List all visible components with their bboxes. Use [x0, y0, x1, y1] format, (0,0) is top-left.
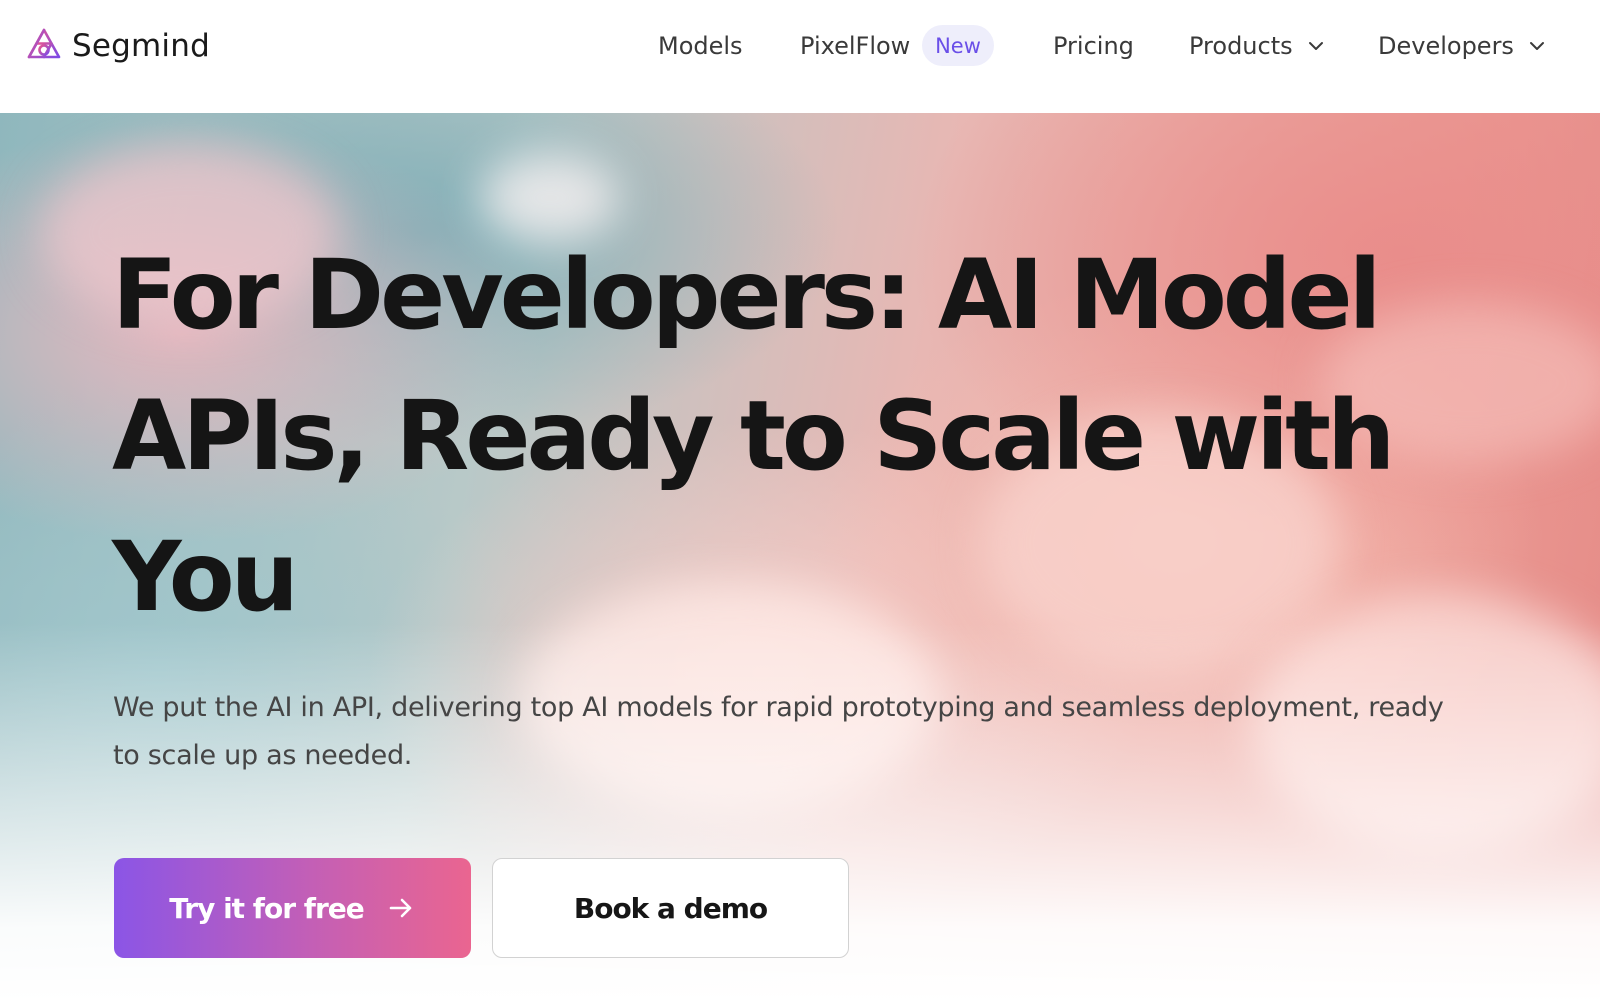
brand-name: Segmind — [72, 28, 210, 64]
hero-subtext: We put the AI in API, delivering top AI … — [113, 692, 1444, 771]
segmind-logo-icon — [27, 28, 61, 59]
arrow-right-icon — [389, 898, 412, 918]
page: Segmind Models PixelFlow New Pricing Pro… — [0, 0, 1600, 1003]
new-badge: New — [922, 25, 994, 66]
chevron-down-icon — [1529, 42, 1544, 50]
nav-products-dropdown[interactable]: Products — [1189, 32, 1325, 60]
nav-developers-dropdown[interactable]: Developers — [1378, 32, 1546, 60]
chevron-down-icon — [1308, 42, 1323, 50]
nav-pixelflow[interactable]: PixelFlow — [800, 32, 910, 60]
hero-headline: For Developers: AI Model APIs, Ready to … — [112, 239, 1395, 633]
book-demo-button[interactable]: Book a demo — [492, 858, 849, 958]
segmind-logo[interactable]: Segmind — [24, 26, 210, 66]
nav-pricing[interactable]: Pricing — [1053, 32, 1134, 60]
nav-developers-label: Developers — [1378, 32, 1514, 60]
try-for-free-label: Try it for free — [169, 891, 365, 925]
book-demo-label: Book a demo — [573, 891, 768, 925]
try-for-free-button[interactable]: Try it for free — [114, 858, 471, 958]
hero-section: For Developers: AI Model APIs, Ready to … — [0, 113, 1600, 1003]
nav-models[interactable]: Models — [658, 32, 743, 60]
site-header: Segmind Models PixelFlow New Pricing Pro… — [0, 0, 1600, 113]
nav-products-label: Products — [1189, 32, 1293, 60]
